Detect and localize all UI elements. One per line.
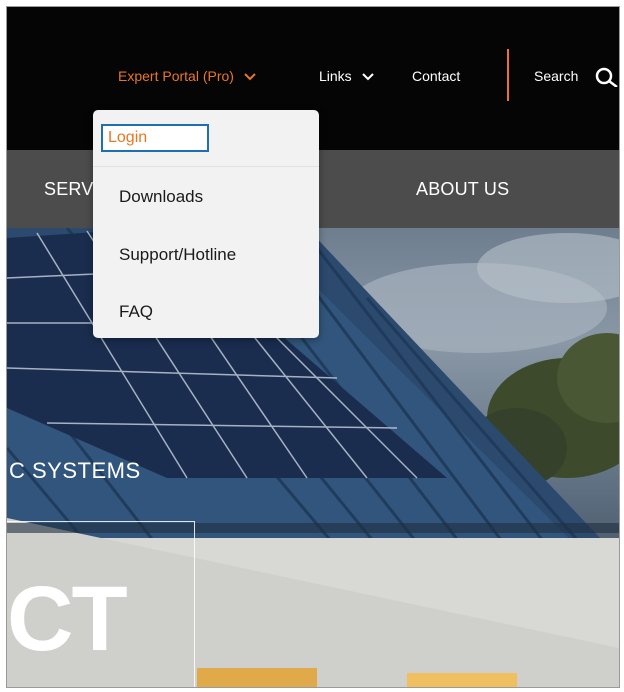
dropdown-item-downloads[interactable]: Downloads bbox=[119, 187, 203, 207]
links-label: Links bbox=[319, 68, 352, 84]
nav-services[interactable]: SERV bbox=[44, 179, 94, 200]
dropdown-item-support-hotline[interactable]: Support/Hotline bbox=[119, 245, 236, 265]
expert-portal-label: Expert Portal (Pro) bbox=[118, 68, 234, 84]
search-icon[interactable] bbox=[595, 67, 619, 87]
hero-caption: C SYSTEMS bbox=[9, 458, 141, 483]
expert-portal-dropdown: Login Downloads Support/Hotline FAQ bbox=[93, 110, 319, 338]
dropdown-item-login[interactable]: Login bbox=[101, 124, 209, 152]
links-menu[interactable]: Links bbox=[319, 68, 374, 84]
search-link[interactable]: Search bbox=[534, 68, 578, 84]
hero-heading: CT bbox=[7, 568, 128, 670]
contact-label: Contact bbox=[412, 68, 461, 84]
dropdown-item-faq[interactable]: FAQ bbox=[119, 302, 153, 322]
chevron-down-icon bbox=[244, 73, 256, 81]
login-label: Login bbox=[108, 129, 148, 146]
nav-about-us[interactable]: ABOUT US bbox=[416, 179, 509, 200]
top-divider bbox=[507, 49, 509, 101]
dropdown-separator bbox=[93, 166, 319, 167]
browser-viewport: Expert Portal (Pro) Links Contact Search… bbox=[6, 6, 620, 688]
contact-link[interactable]: Contact bbox=[412, 68, 460, 84]
chevron-down-icon bbox=[361, 73, 374, 81]
expert-portal-link[interactable]: Expert Portal (Pro) bbox=[118, 68, 256, 84]
search-label: Search bbox=[534, 68, 579, 84]
